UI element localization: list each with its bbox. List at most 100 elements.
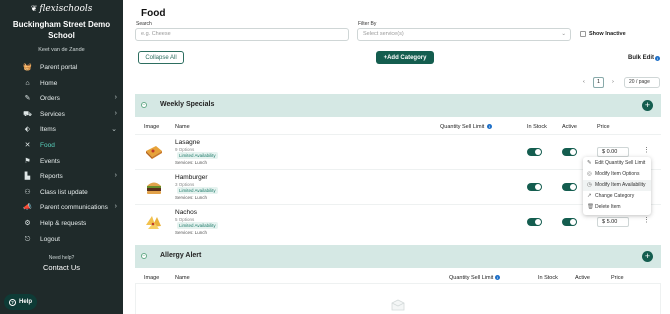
filter-select[interactable]: Select service(s) ⌄ bbox=[357, 28, 571, 41]
active-toggle[interactable] bbox=[562, 183, 577, 191]
sidebar-item-label: Parent communications bbox=[40, 204, 108, 212]
empty-table bbox=[135, 283, 661, 314]
price-input[interactable]: $ 0.00 bbox=[597, 147, 629, 157]
lasagne-image bbox=[146, 146, 162, 159]
collapse-icon[interactable]: − bbox=[141, 102, 147, 108]
chevron-right-icon: › bbox=[114, 94, 117, 102]
sidebar-item-orders[interactable]: ✎ Orders › bbox=[0, 91, 123, 107]
search-label: Search bbox=[136, 21, 152, 27]
sidebar-item-label: Services bbox=[40, 110, 65, 118]
more-options-icon[interactable]: ⋮ bbox=[643, 216, 650, 224]
need-help-text: Need help? bbox=[48, 255, 75, 261]
bulk-edit-label[interactable]: Bulk Edit bbox=[628, 55, 654, 61]
sidebar-item-label: Orders bbox=[40, 95, 60, 103]
sidebar-item-help-requests[interactable]: ⚙ Help & requests bbox=[0, 216, 123, 232]
add-item-button[interactable]: + bbox=[642, 251, 653, 262]
more-options-icon[interactable]: ⋮ bbox=[643, 146, 650, 154]
tag-icon: ⬖ bbox=[24, 126, 31, 134]
availability-badge: Limited Availability bbox=[177, 187, 218, 194]
header-image: Image bbox=[144, 124, 160, 130]
chevron-right-icon: › bbox=[114, 172, 117, 180]
sidebar-item-events[interactable]: ⚑ Events bbox=[0, 154, 123, 170]
sidebar-item-class-list-update[interactable]: ⚇ Class list update bbox=[0, 185, 123, 201]
info-icon[interactable]: i bbox=[655, 56, 660, 61]
collapse-all-button[interactable]: Collapse All bbox=[138, 51, 184, 64]
sidebar-item-home[interactable]: ⌂ Home bbox=[0, 76, 123, 92]
header-name: Name bbox=[175, 275, 190, 281]
in-stock-toggle[interactable] bbox=[527, 148, 542, 156]
sidebar-item-food[interactable]: ✕ Food bbox=[0, 138, 123, 154]
item-name: Nachos bbox=[175, 209, 198, 216]
item-name: Hamburger bbox=[175, 174, 208, 181]
pager-page-1[interactable]: 1 bbox=[593, 77, 604, 88]
active-toggle[interactable] bbox=[562, 148, 577, 156]
add-category-button[interactable]: +Add Category bbox=[376, 51, 434, 64]
sidebar-item-reports[interactable]: ▙ Reports › bbox=[0, 169, 123, 185]
truck-icon: ⛟ bbox=[23, 110, 32, 118]
megaphone-icon: 📣 bbox=[23, 204, 32, 212]
header-in-stock: In Stock bbox=[538, 275, 558, 281]
filter-label: Filter By bbox=[358, 21, 377, 27]
sidebar-item-services[interactable]: ⛟ Services › bbox=[0, 107, 123, 123]
sidebar-item-logout[interactable]: ⎋ Logout bbox=[0, 232, 123, 248]
category-title: Allergy Alert bbox=[160, 252, 202, 259]
in-stock-toggle[interactable] bbox=[527, 218, 542, 226]
chevron-right-icon: › bbox=[114, 203, 117, 211]
menu-modify-item-options[interactable]: ◎ Modify Item Options bbox=[583, 169, 651, 180]
category-allergy-alert: − Allergy Alert + bbox=[135, 245, 661, 268]
basket-icon: 🧺 bbox=[23, 64, 32, 71]
show-inactive-checkbox[interactable] bbox=[580, 31, 586, 37]
contact-us-link[interactable]: Contact Us bbox=[0, 263, 123, 272]
page-title: Food bbox=[141, 8, 166, 19]
active-toggle[interactable] bbox=[562, 218, 577, 226]
logout-icon: ⎋ bbox=[24, 235, 31, 243]
sidebar: ❦ flexischools Buckingham Street Demo Sch… bbox=[0, 0, 123, 314]
menu-delete-item[interactable]: 🗑 Delete Item bbox=[583, 202, 651, 213]
sidebar-item-label: Items bbox=[40, 126, 56, 134]
sidebar-item-label: Logout bbox=[40, 235, 60, 243]
link-icon: ↗ bbox=[587, 193, 592, 199]
pager-prev-button[interactable]: ‹ bbox=[583, 79, 585, 85]
table-header: Image Name Quantity Sell Limit In Stock … bbox=[135, 121, 661, 133]
help-button[interactable]: ? Help bbox=[4, 294, 37, 310]
sidebar-item-parent-communications[interactable]: 📣 Parent communications › bbox=[0, 200, 123, 216]
sidebar-item-label: Events bbox=[40, 157, 60, 165]
header-price: Price bbox=[611, 275, 624, 281]
sidebar-item-parent-portal[interactable]: 🧺 Parent portal bbox=[0, 60, 123, 76]
price-input[interactable]: $ 5.00 bbox=[597, 217, 629, 227]
brand-logo[interactable]: ❦ flexischools bbox=[0, 4, 123, 14]
sidebar-item-items[interactable]: ⬖ Items ⌄ bbox=[0, 122, 123, 138]
flag-icon: ⚑ bbox=[24, 157, 31, 165]
sidebar-item-label: Home bbox=[40, 79, 58, 87]
main-content: Food Search e.g. Cheese Filter By Select… bbox=[123, 0, 670, 314]
quantity-info-icon[interactable]: i bbox=[487, 124, 492, 129]
sidebar-item-label: Parent portal bbox=[40, 64, 78, 71]
menu-change-category[interactable]: ↗ Change Category bbox=[583, 191, 651, 202]
options-icon: ◎ bbox=[587, 171, 592, 177]
search-input[interactable]: e.g. Cheese bbox=[135, 28, 349, 41]
gear-icon: ⚙ bbox=[24, 219, 31, 227]
pencil-icon: ✎ bbox=[24, 95, 31, 103]
trash-icon: 🗑 bbox=[587, 204, 594, 210]
header-price: Price bbox=[597, 124, 610, 130]
clock-icon: ◷ bbox=[587, 182, 592, 188]
add-item-button[interactable]: + bbox=[642, 100, 653, 111]
cutlery-icon: ✕ bbox=[24, 141, 31, 149]
category-title: Weekly Specials bbox=[160, 101, 215, 108]
item-context-menu: ✎ Edit Quantity Sell Limit ◎ Modify Item O… bbox=[583, 157, 651, 215]
category-weekly-specials: − Weekly Specials + bbox=[135, 94, 661, 117]
chart-icon: ▙ bbox=[24, 173, 31, 181]
item-services: Services: Lunch bbox=[175, 160, 208, 165]
header-active: Active bbox=[562, 124, 577, 130]
item-services: Services: Lunch bbox=[175, 230, 208, 235]
menu-modify-item-availability[interactable]: ◷ Modify Item Availability bbox=[583, 180, 651, 191]
user-name: Keet van de Zande bbox=[38, 47, 85, 53]
pager-next-button[interactable]: › bbox=[612, 79, 614, 85]
chevron-right-icon: › bbox=[114, 109, 117, 117]
menu-edit-quantity-sell-limit[interactable]: ✎ Edit Quantity Sell Limit bbox=[583, 158, 651, 169]
collapse-icon[interactable]: − bbox=[141, 253, 147, 259]
quantity-info-icon[interactable]: i bbox=[495, 275, 500, 280]
school-name: Buckingham Street Demo School bbox=[12, 20, 111, 40]
page-size-select[interactable]: 20 / page bbox=[624, 77, 660, 88]
in-stock-toggle[interactable] bbox=[527, 183, 542, 191]
